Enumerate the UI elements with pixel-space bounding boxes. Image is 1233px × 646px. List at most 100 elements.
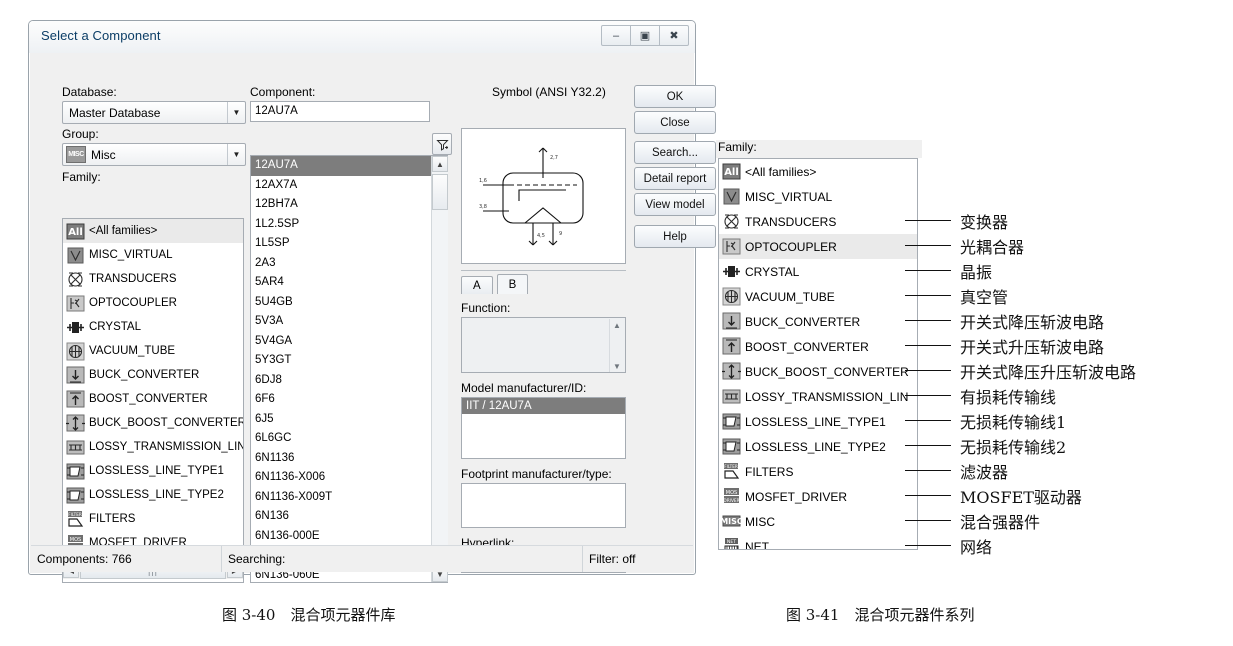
family-item[interactable]: TRANSDUCERS <box>63 267 243 291</box>
minimize-icon[interactable]: – <box>601 25 631 46</box>
family-item-label: BUCK_CONVERTER <box>89 369 200 381</box>
family-item[interactable]: LOSSY_TRANSMISSION_LIN <box>719 384 917 409</box>
tab-a[interactable]: A <box>461 276 493 294</box>
figure-caption-left: 图 3-40 混合项元器件库 <box>222 606 396 624</box>
family-item[interactable]: VACUUM_TUBE <box>63 339 243 363</box>
component-input[interactable]: 12AU7A <box>250 101 430 122</box>
family-item[interactable]: LOSSLESS_LINE_TYPE1 <box>719 409 917 434</box>
lossy-transmission-line-icon <box>66 438 85 456</box>
component-item[interactable]: 6N136-000E <box>251 527 447 547</box>
component-item[interactable]: 5V4GA <box>251 332 447 352</box>
family-listbox[interactable]: All <All families> MISC_VIRTUAL TRANSDUCERS… <box>718 158 918 550</box>
family-item[interactable]: CRYSTAL <box>719 259 917 284</box>
annotation: 无损耗传输线1 <box>905 408 1066 433</box>
family-item[interactable]: LOSSLESS_LINE_TYPE2 <box>63 483 243 507</box>
component-item[interactable]: 6N1136-X009T <box>251 488 447 508</box>
component-item[interactable]: 5AR4 <box>251 273 447 293</box>
component-vertical-scrollbar[interactable]: ▲ ▼ <box>431 156 448 582</box>
group-combo[interactable]: MISC Misc ▼ <box>62 143 246 166</box>
close-icon[interactable]: ✖ <box>659 25 689 46</box>
dialog-titlebar[interactable]: Select a Component – ▣ ✖ <box>29 21 695 53</box>
family-item-label: BOOST_CONVERTER <box>745 339 869 354</box>
component-item[interactable]: 6F6 <box>251 390 447 410</box>
annotation-label: 混合强器件 <box>960 512 1041 532</box>
leader-line <box>905 394 951 397</box>
leader-line <box>905 244 951 247</box>
function-field[interactable]: ▲ ▼ <box>461 317 626 373</box>
transducers-icon <box>722 213 741 231</box>
scroll-up-icon[interactable]: ▲ <box>432 156 448 172</box>
family-item[interactable]: LOSSLESS_LINE_TYPE1 <box>63 459 243 483</box>
family-listbox[interactable]: All <All families> MISC_VIRTUAL TRANSDUCERS… <box>62 218 244 583</box>
family-item[interactable]: MISC_VIRTUAL <box>719 184 917 209</box>
filters-icon: FILTER <box>722 463 741 481</box>
family-item[interactable]: BUCK_BOOST_CONVERTER <box>63 411 243 435</box>
tab-b[interactable]: B <box>496 274 529 294</box>
family-item[interactable]: LOSSY_TRANSMISSION_LIN <box>63 435 243 459</box>
family-item[interactable]: VACUUM_TUBE <box>719 284 917 309</box>
family-item[interactable]: TRANSDUCERS <box>719 209 917 234</box>
family-item[interactable]: MOS DRIVER MOSFET_DRIVER <box>719 484 917 509</box>
component-item[interactable]: 6N1136 <box>251 449 447 469</box>
footprint-manufacturer-value <box>462 484 625 488</box>
svg-text:4,5: 4,5 <box>537 233 545 239</box>
component-item[interactable]: 12AX7A <box>251 176 447 196</box>
family-item[interactable]: All <All families> <box>63 219 243 243</box>
family-item[interactable]: OPTOCOUPLER <box>719 234 917 259</box>
footprint-manufacturer-field[interactable] <box>461 483 626 528</box>
component-item[interactable]: 1L2.5SP <box>251 215 447 235</box>
component-item[interactable]: 12AU7A <box>251 156 447 176</box>
leader-line <box>905 469 951 472</box>
component-item[interactable]: 6J5 <box>251 410 447 430</box>
family-item-label: LOSSLESS_LINE_TYPE2 <box>745 439 886 454</box>
leader-line <box>905 419 951 422</box>
annotation: 滤波器 <box>905 458 1008 483</box>
ok-button[interactable]: OK <box>634 85 716 108</box>
family-item[interactable]: FILTER FILTERS <box>63 507 243 531</box>
family-item[interactable]: LOSSLESS_LINE_TYPE2 <box>719 434 917 459</box>
annotation-label: 有损耗传输线 <box>960 387 1057 407</box>
family-item[interactable]: OPTOCOUPLER <box>63 291 243 315</box>
filter-funnel-icon[interactable] <box>432 133 452 155</box>
family-item[interactable]: MISC_VIRTUAL <box>63 243 243 267</box>
database-combo[interactable]: Master Database ▼ <box>62 101 246 124</box>
family-item[interactable]: NETNET <box>719 534 917 549</box>
component-item[interactable]: 12BH7A <box>251 195 447 215</box>
component-item[interactable]: 5V3A <box>251 312 447 332</box>
model-manufacturer-value[interactable]: IIT / 12AU7A <box>462 398 625 414</box>
scrollbar-thumb[interactable] <box>432 174 448 210</box>
component-label: Component: <box>250 85 316 99</box>
maximize-icon[interactable]: ▣ <box>630 25 660 46</box>
family-item[interactable]: BUCK_CONVERTER <box>63 363 243 387</box>
net-icon: NET <box>66 582 85 583</box>
family-item[interactable]: CRYSTAL <box>63 315 243 339</box>
component-item[interactable]: 6DJ8 <box>251 371 447 391</box>
search-button[interactable]: Search... <box>634 141 716 164</box>
family-item[interactable]: BOOST_CONVERTER <box>719 334 917 359</box>
family-item[interactable]: All <All families> <box>719 159 917 184</box>
help-button[interactable]: Help <box>634 225 716 248</box>
detail-report-button[interactable]: Detail report <box>634 167 716 190</box>
family-item[interactable]: FILTER FILTERS <box>719 459 917 484</box>
scroll-down-icon[interactable]: ▼ <box>610 362 624 371</box>
leader-line <box>905 294 951 297</box>
component-item[interactable]: 6N136 <box>251 507 447 527</box>
component-item[interactable]: 1L5SP <box>251 234 447 254</box>
component-item[interactable]: 5U4GB <box>251 293 447 313</box>
scroll-up-icon[interactable]: ▲ <box>610 321 624 330</box>
component-item[interactable]: 5Y3GT <box>251 351 447 371</box>
family-item[interactable]: BUCK_BOOST_CONVERTER <box>719 359 917 384</box>
model-manufacturer-field[interactable]: IIT / 12AU7A <box>461 397 626 459</box>
view-model-button[interactable]: View model <box>634 193 716 216</box>
family-item[interactable]: BUCK_CONVERTER <box>719 309 917 334</box>
family-item[interactable]: BOOST_CONVERTER <box>63 387 243 411</box>
component-item[interactable]: 6L6GC <box>251 429 447 449</box>
family-item-label: VACUUM_TUBE <box>745 289 835 304</box>
family-item[interactable]: MISC MISC <box>719 509 917 534</box>
component-item[interactable]: 6N1136-X006 <box>251 468 447 488</box>
transducers-icon <box>66 270 85 288</box>
component-item[interactable]: 2A3 <box>251 254 447 274</box>
component-listbox[interactable]: 12AU7A 12AX7A 12BH7A 1L2.5SP 1L5SP 2A3 5AR4 5U4… <box>250 155 448 583</box>
close-button[interactable]: Close <box>634 111 716 134</box>
family-item[interactable]: NETNET <box>63 579 243 583</box>
